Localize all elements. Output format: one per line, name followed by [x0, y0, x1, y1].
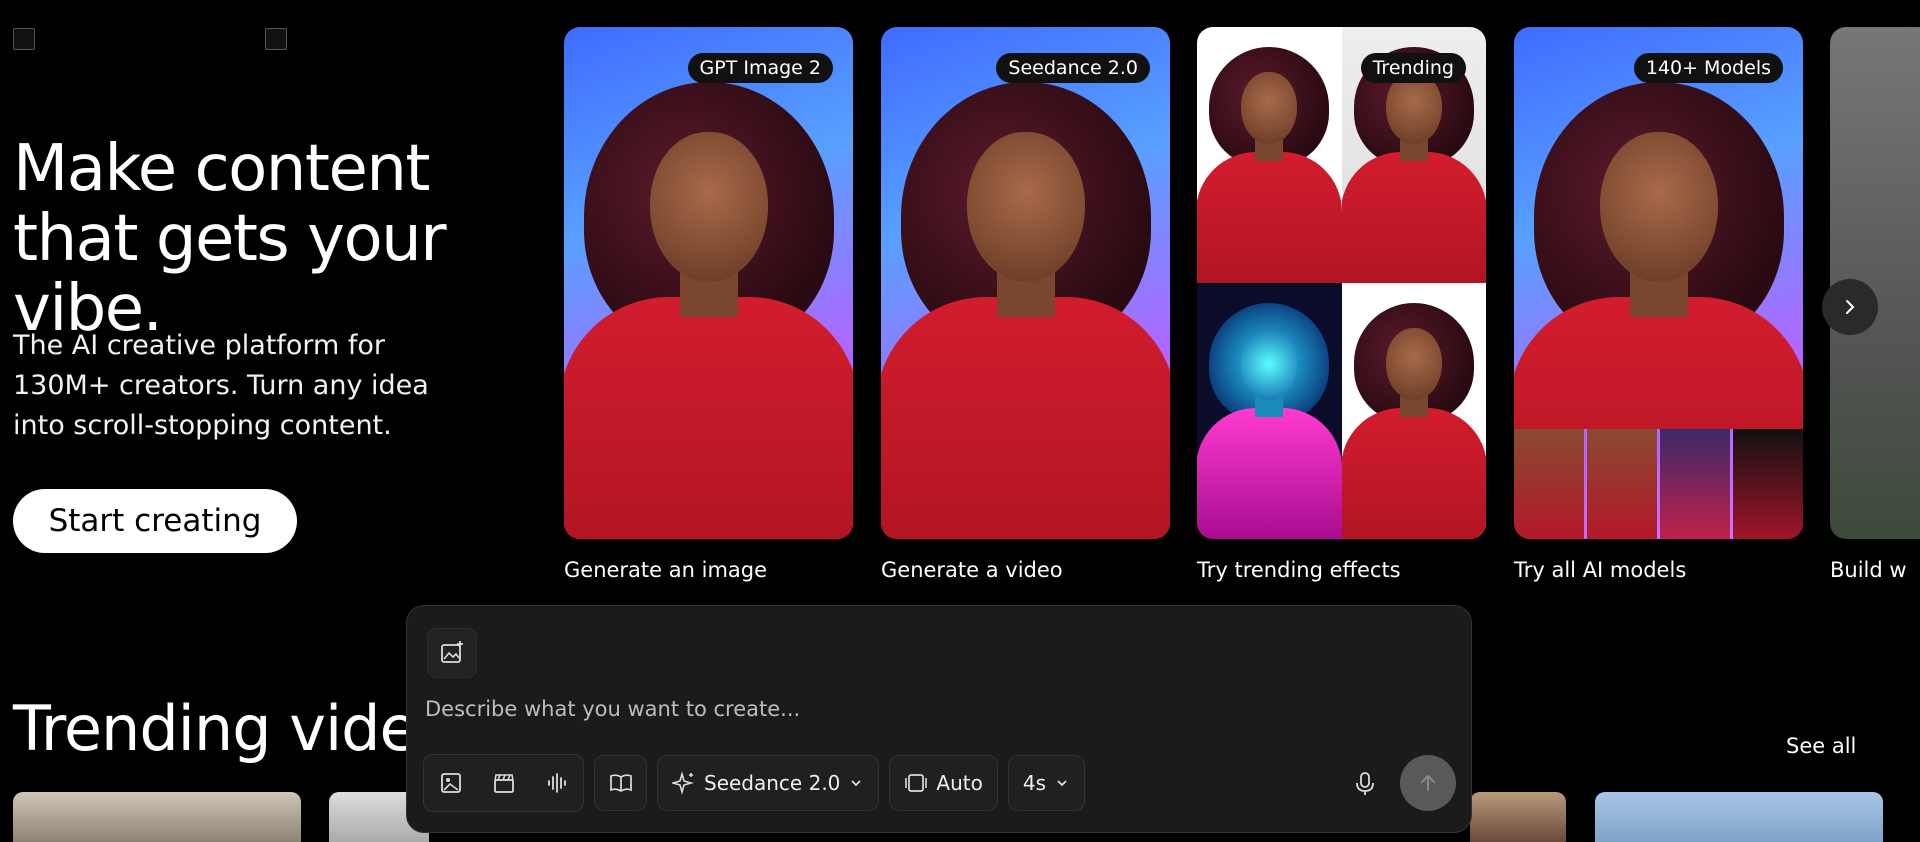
see-all-link[interactable]: See all [1786, 734, 1856, 758]
book-open-icon [609, 774, 632, 792]
prompt-input[interactable] [423, 686, 1327, 732]
card-caption[interactable]: Generate an image [564, 558, 767, 582]
logo-image-icon[interactable] [13, 28, 35, 50]
audio-mode-button[interactable] [530, 755, 583, 811]
video-thumbnail[interactable] [1470, 792, 1566, 842]
video-mode-button[interactable] [477, 755, 530, 811]
storyboard-button[interactable] [594, 755, 647, 811]
card-caption[interactable]: Generate a video [881, 558, 1063, 582]
chevron-down-icon [851, 780, 862, 787]
aspect-ratio-icon [905, 774, 928, 792]
carousel-next-button[interactable] [1822, 279, 1878, 335]
image-add-icon [441, 641, 463, 663]
hero-subtitle: The AI creative platform for 130M+ creat… [13, 330, 429, 441]
model-select[interactable]: Seedance 2.0 [657, 755, 880, 811]
microphone-icon [1356, 772, 1374, 795]
prompt-composer: Seedance 2.0 Auto 4s [406, 605, 1472, 833]
card-generate-video[interactable]: Seedance 2.0 [881, 27, 1170, 539]
card-generate-image[interactable]: GPT Image 2 [564, 27, 853, 539]
card-trending-effects[interactable]: Trending [1197, 27, 1486, 539]
clapperboard-icon [493, 774, 514, 793]
image-icon [440, 773, 461, 793]
card-badge: 140+ Models [1633, 53, 1783, 83]
mode-selector [423, 754, 584, 812]
start-creating-button[interactable]: Start creating [13, 489, 297, 553]
logo-row [13, 28, 287, 50]
trending-videos-title: Trending video [13, 692, 455, 765]
card-image [564, 27, 853, 539]
card-caption[interactable]: Build w [1830, 558, 1907, 582]
card-caption[interactable]: Try trending effects [1197, 558, 1401, 582]
card-badge: Seedance 2.0 [996, 53, 1150, 83]
card-badge: GPT Image 2 [687, 53, 833, 83]
composer-toolbar: Seedance 2.0 Auto 4s [423, 754, 1085, 812]
send-button[interactable] [1400, 755, 1456, 811]
card-all-models[interactable]: 140+ Models [1514, 27, 1803, 539]
video-thumbnail[interactable] [13, 792, 301, 842]
card-badge: Trending [1360, 53, 1466, 83]
microphone-button[interactable] [1351, 770, 1379, 798]
card-image [1514, 27, 1803, 429]
duration-value: 4s [1022, 771, 1046, 795]
brand-image-icon[interactable] [265, 28, 287, 50]
aspect-ratio-select[interactable]: Auto [889, 755, 998, 811]
arrow-up-icon [1421, 774, 1435, 791]
model-thumbnails [1514, 429, 1803, 539]
hero-title: Make content that gets your vibe. [13, 132, 447, 346]
card-image [881, 27, 1170, 539]
model-select-value: Seedance 2.0 [704, 771, 841, 795]
card-caption[interactable]: Try all AI models [1514, 558, 1686, 582]
audio-waveform-icon [547, 773, 566, 793]
image-mode-button[interactable] [424, 755, 477, 811]
chevron-down-icon [1057, 780, 1067, 787]
card-image [1197, 27, 1486, 539]
duration-select[interactable]: 4s [1007, 755, 1085, 811]
video-thumbnail[interactable] [1595, 792, 1883, 842]
sparkle-icon [672, 771, 694, 795]
add-reference-image-button[interactable] [427, 628, 477, 678]
chevron-right-icon [1846, 300, 1855, 314]
aspect-ratio-value: Auto [936, 771, 983, 795]
